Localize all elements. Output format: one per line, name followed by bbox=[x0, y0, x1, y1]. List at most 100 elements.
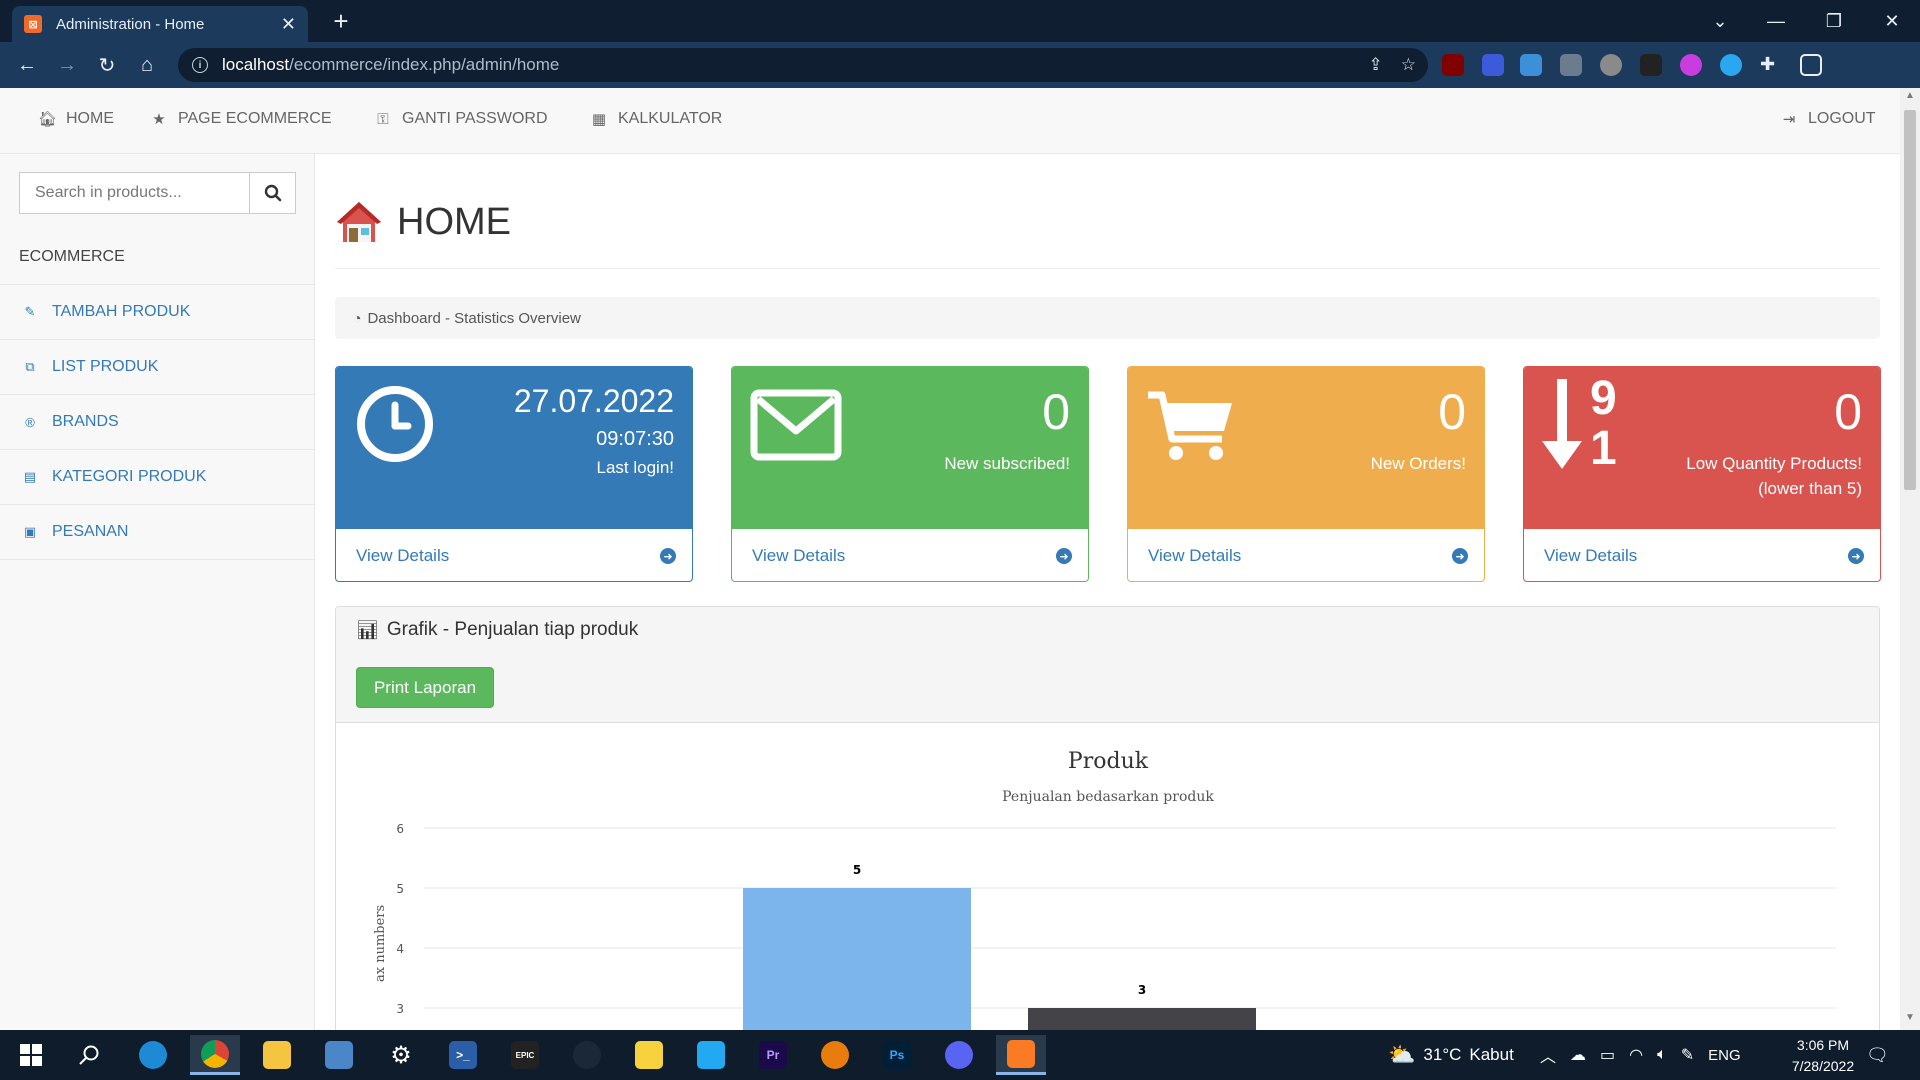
sidebar-item-pesanan[interactable]: ▣ PESANAN bbox=[0, 505, 314, 560]
web-page: 🏠︎ HOME ★ PAGE ECOMMERCE ⚿ GANTI PASSWOR… bbox=[0, 88, 1900, 1030]
reload-icon[interactable]: ↻ bbox=[92, 50, 122, 80]
new-subscribed-caption: New subscribed! bbox=[944, 454, 1070, 473]
chart-y-tick-label: 3 bbox=[396, 1002, 404, 1016]
taskbar-settings[interactable]: ⚙ bbox=[376, 1035, 426, 1075]
chart-bar[interactable] bbox=[743, 888, 971, 1030]
sidebar-item-label: KATEGORI PRODUK bbox=[52, 468, 207, 485]
pen-icon[interactable]: ✎ bbox=[1681, 1045, 1694, 1065]
forward-arrow-icon[interactable]: → bbox=[52, 50, 82, 80]
nav-logout[interactable]: ⇥ LOGOUT bbox=[1780, 110, 1876, 128]
taskbar-vscode[interactable] bbox=[686, 1035, 736, 1075]
taskbar-sticky-notes[interactable] bbox=[624, 1035, 674, 1075]
taskbar-control-panel[interactable] bbox=[314, 1035, 364, 1075]
sidebar-item-kategori-produk[interactable]: ▤ KATEGORI PRODUK bbox=[0, 450, 314, 505]
chart-y-tick-label: 4 bbox=[396, 942, 404, 956]
side-panel-icon[interactable] bbox=[1800, 54, 1822, 76]
registered-icon: ® bbox=[25, 414, 35, 430]
view-details-link[interactable]: View Details ➜ bbox=[336, 529, 692, 581]
search-button[interactable] bbox=[64, 1035, 114, 1075]
start-button[interactable] bbox=[6, 1035, 56, 1075]
bookmark-star-icon[interactable]: ☆ bbox=[1401, 55, 1416, 75]
view-details-link[interactable]: View Details ➜ bbox=[1524, 529, 1880, 581]
taskbar-premiere[interactable]: Pr bbox=[748, 1035, 798, 1075]
taskbar-epic-games[interactable]: EPIC bbox=[500, 1035, 550, 1075]
hexagon-extension-icon[interactable] bbox=[1482, 54, 1504, 76]
home-icon[interactable]: ⌂ bbox=[132, 50, 162, 80]
tab-search-chevron-icon[interactable]: ⌄ bbox=[1692, 0, 1748, 42]
copy-icon: ⧉ bbox=[25, 359, 35, 374]
edge-icon bbox=[139, 1041, 167, 1069]
taskbar-edge[interactable] bbox=[128, 1035, 178, 1075]
taskbar-photoshop[interactable]: Ps bbox=[872, 1035, 922, 1075]
onedrive-cloud-icon[interactable]: ☁ bbox=[1570, 1045, 1586, 1065]
view-details-link[interactable]: View Details ➜ bbox=[1128, 529, 1484, 581]
back-arrow-icon[interactable]: ← bbox=[12, 50, 42, 80]
restore-button[interactable]: ❐ bbox=[1806, 0, 1862, 42]
wifi-icon[interactable]: ◠ bbox=[1629, 1045, 1643, 1065]
battery-icon[interactable]: ▭ bbox=[1600, 1045, 1615, 1065]
show-hidden-icons-chevron-icon[interactable]: ︿ bbox=[1540, 1043, 1556, 1067]
owl-extension-icon[interactable] bbox=[1600, 54, 1622, 76]
sidebar-item-list-produk[interactable]: ⧉ LIST PRODUK bbox=[0, 340, 314, 395]
envelope-icon bbox=[750, 389, 842, 461]
cart-icon bbox=[1148, 391, 1232, 460]
taskbar-blender[interactable] bbox=[810, 1035, 860, 1075]
taskbar-xampp[interactable] bbox=[996, 1035, 1046, 1075]
folder-icon bbox=[263, 1041, 291, 1069]
dashboard-icon: ◔ bbox=[353, 310, 362, 326]
breadcrumb: ◔ Dashboard - Statistics Overview bbox=[335, 297, 1880, 339]
taskbar-file-explorer[interactable] bbox=[252, 1035, 302, 1075]
windows-taskbar: ⚙ >_ EPIC Pr Ps ⛅ 31°C Kabut ︿ ☁ ▭ ◠ 🔈︎ … bbox=[0, 1030, 1920, 1080]
language-indicator[interactable]: ENG bbox=[1708, 1047, 1741, 1064]
search-input[interactable] bbox=[19, 172, 249, 214]
shield-extension-icon[interactable] bbox=[1560, 54, 1582, 76]
taskbar-discord[interactable] bbox=[934, 1035, 984, 1075]
print-report-button[interactable]: Print Laporan bbox=[356, 667, 494, 708]
sidebar-item-tambah-produk[interactable]: ✎ TAMBAH PRODUK bbox=[0, 285, 314, 340]
nav-page-ecommerce[interactable]: ★ PAGE ECOMMERCE bbox=[150, 110, 331, 128]
share-icon[interactable]: ⇪ bbox=[1369, 55, 1383, 75]
color-picker-extension-icon[interactable] bbox=[1680, 54, 1702, 76]
ublock-extension-icon[interactable] bbox=[1442, 54, 1464, 76]
notification-center-icon[interactable]: 🗨︎ bbox=[1866, 1030, 1889, 1080]
taskbar-clock[interactable]: 3:06 PM 7/28/2022 bbox=[1778, 1035, 1868, 1077]
control-panel-icon bbox=[325, 1041, 353, 1069]
panel-new-subscribed: 0 New subscribed! View Details ➜ bbox=[731, 366, 1089, 582]
chart-y-tick-label: 5 bbox=[396, 882, 404, 896]
taskbar-steam[interactable] bbox=[562, 1035, 612, 1075]
hat-extension-icon[interactable] bbox=[1640, 54, 1662, 76]
clock-time: 3:06 PM bbox=[1796, 1037, 1850, 1053]
view-details-label: View Details bbox=[1544, 546, 1638, 565]
download-extension-icon[interactable] bbox=[1520, 54, 1542, 76]
last-login-caption: Last login! bbox=[596, 458, 675, 477]
window-close-button[interactable]: ✕ bbox=[1864, 0, 1920, 42]
nav-home-label: HOME bbox=[66, 110, 114, 127]
taskbar-chrome[interactable] bbox=[190, 1035, 240, 1075]
tab-close-icon[interactable]: ✕ bbox=[281, 14, 296, 35]
scroll-down-arrow-icon[interactable]: ▼ bbox=[1900, 1012, 1920, 1028]
page-scrollbar[interactable]: ▲ ▼ bbox=[1900, 88, 1920, 1030]
gem-extension-icon[interactable] bbox=[1720, 54, 1742, 76]
discord-icon bbox=[945, 1041, 973, 1069]
chart-y-axis-label: ax numbers bbox=[373, 905, 388, 982]
scrollbar-thumb[interactable] bbox=[1904, 110, 1916, 490]
page-title-text: HOME bbox=[397, 200, 511, 243]
chart-bar[interactable] bbox=[1028, 1008, 1256, 1030]
view-details-link[interactable]: View Details ➜ bbox=[732, 529, 1088, 581]
nav-kalkulator[interactable]: ▦ KALKULATOR bbox=[590, 110, 722, 128]
sidebar-item-brands[interactable]: ® BRANDS bbox=[0, 395, 314, 450]
nav-ganti-password[interactable]: ⚿ GANTI PASSWORD bbox=[374, 110, 547, 128]
taskbar-powershell[interactable]: >_ bbox=[438, 1035, 488, 1075]
search-button[interactable] bbox=[249, 172, 296, 214]
list-alt-icon: ▤ bbox=[23, 469, 37, 484]
weather-widget[interactable]: ⛅ 31°C Kabut bbox=[1388, 1030, 1514, 1080]
scroll-up-arrow-icon[interactable]: ▲ bbox=[1900, 90, 1920, 106]
nav-home[interactable]: 🏠︎ HOME bbox=[38, 110, 114, 128]
browser-tab-active[interactable]: ⊠ Administration - Home ✕ bbox=[12, 6, 308, 42]
volume-icon[interactable]: 🔈︎ bbox=[1657, 1046, 1667, 1064]
minimize-button[interactable]: — bbox=[1748, 0, 1804, 42]
address-bar[interactable]: i localhost/ecommerce/index.php/admin/ho… bbox=[178, 48, 1428, 82]
extensions-puzzle-icon[interactable]: ✚ bbox=[1760, 54, 1782, 76]
new-tab-button[interactable]: + bbox=[326, 6, 356, 36]
site-info-icon[interactable]: i bbox=[192, 57, 208, 73]
